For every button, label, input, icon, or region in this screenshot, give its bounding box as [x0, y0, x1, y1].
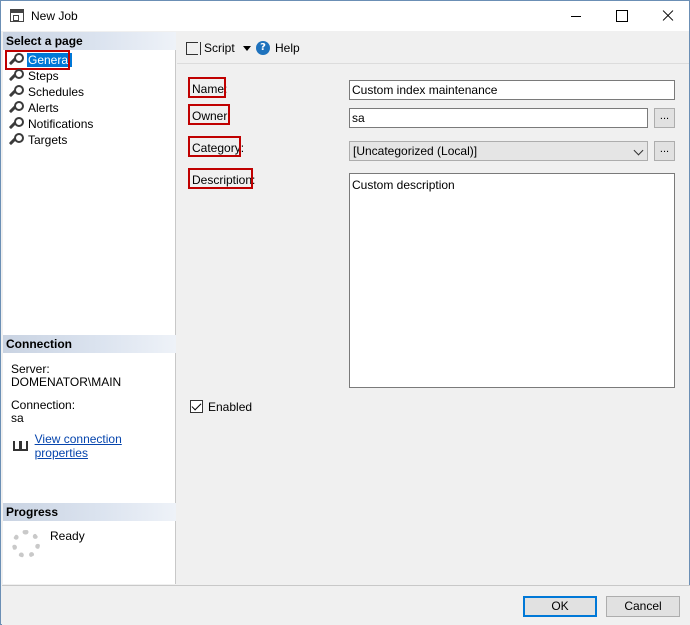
- highlight-box-general: [5, 50, 70, 70]
- owner-browse-button[interactable]: ...: [654, 108, 675, 128]
- sidebar-item-label: Notifications: [28, 116, 94, 131]
- help-label: Help: [275, 41, 300, 55]
- cancel-button[interactable]: Cancel: [606, 596, 680, 617]
- sidebar-item-notifications[interactable]: Notifications: [8, 116, 94, 131]
- category-select[interactable]: [Uncategorized (Local)]: [349, 141, 648, 161]
- select-page-header: Select a page: [3, 32, 176, 50]
- view-connection-properties-link[interactable]: View connection properties: [35, 432, 175, 460]
- plug-icon: [11, 439, 28, 453]
- chevron-down-icon: [633, 145, 644, 156]
- general-page: Script ? Help Name: Custom index mainten…: [177, 32, 689, 584]
- highlight-box-description: [188, 168, 253, 189]
- owner-field[interactable]: sa: [349, 108, 648, 128]
- description-textarea[interactable]: Custom description: [349, 173, 675, 388]
- highlight-box-name: [188, 77, 226, 98]
- script-icon: [186, 41, 201, 55]
- window-app-icon: [10, 9, 24, 22]
- server-label: Server:: [11, 362, 50, 376]
- dialog-footer: OK Cancel: [2, 585, 690, 625]
- wrench-icon: [8, 133, 24, 146]
- script-button[interactable]: Script: [186, 41, 251, 55]
- new-job-dialog: New Job Select a page General Steps Sche…: [0, 0, 690, 625]
- close-button[interactable]: [645, 1, 690, 31]
- minimize-button[interactable]: [553, 1, 599, 31]
- enabled-label: Enabled: [208, 400, 253, 414]
- sidebar-item-label: Schedules: [28, 84, 85, 99]
- sidebar-item-label: Targets: [28, 132, 68, 147]
- enabled-checkbox[interactable]: [190, 400, 203, 413]
- sidebar-item-steps[interactable]: Steps: [8, 68, 60, 83]
- connection-value: sa: [11, 411, 24, 425]
- connection-label: Connection:: [11, 398, 76, 412]
- wrench-icon: [8, 85, 24, 98]
- help-button[interactable]: ? Help: [256, 41, 300, 55]
- sidebar-item-targets[interactable]: Targets: [8, 132, 68, 147]
- sidebar-item-label: Alerts: [28, 100, 59, 115]
- ok-button[interactable]: OK: [523, 596, 597, 617]
- name-field[interactable]: Custom index maintenance: [349, 80, 675, 100]
- connection-header: Connection: [3, 335, 176, 353]
- sidebar-item-label: Steps: [28, 68, 59, 83]
- toolbar: Script ? Help: [177, 32, 689, 64]
- view-connection-properties-row[interactable]: View connection properties: [11, 432, 175, 460]
- left-pane: Select a page General Steps Schedules Al…: [3, 32, 176, 584]
- wrench-icon: [8, 101, 24, 114]
- category-value: [Uncategorized (Local)]: [353, 144, 478, 158]
- help-icon: ?: [256, 41, 270, 55]
- progress-header: Progress: [3, 503, 176, 521]
- chevron-down-icon[interactable]: [242, 45, 251, 51]
- wrench-icon: [8, 117, 24, 130]
- wrench-icon: [8, 69, 24, 82]
- progress-status: Ready: [50, 529, 85, 543]
- window-title: New Job: [31, 9, 78, 23]
- highlight-box-category: [188, 136, 241, 157]
- title-bar: New Job: [1, 1, 689, 31]
- sidebar-item-schedules[interactable]: Schedules: [8, 84, 85, 99]
- maximize-button[interactable]: [599, 1, 645, 31]
- progress-spinner-icon: [12, 530, 40, 558]
- server-value: DOMENATOR\MAIN: [11, 375, 122, 389]
- highlight-box-owner: [188, 104, 230, 125]
- sidebar-item-alerts[interactable]: Alerts: [8, 100, 60, 115]
- category-browse-button[interactable]: ...: [654, 141, 675, 161]
- script-label: Script: [204, 41, 235, 55]
